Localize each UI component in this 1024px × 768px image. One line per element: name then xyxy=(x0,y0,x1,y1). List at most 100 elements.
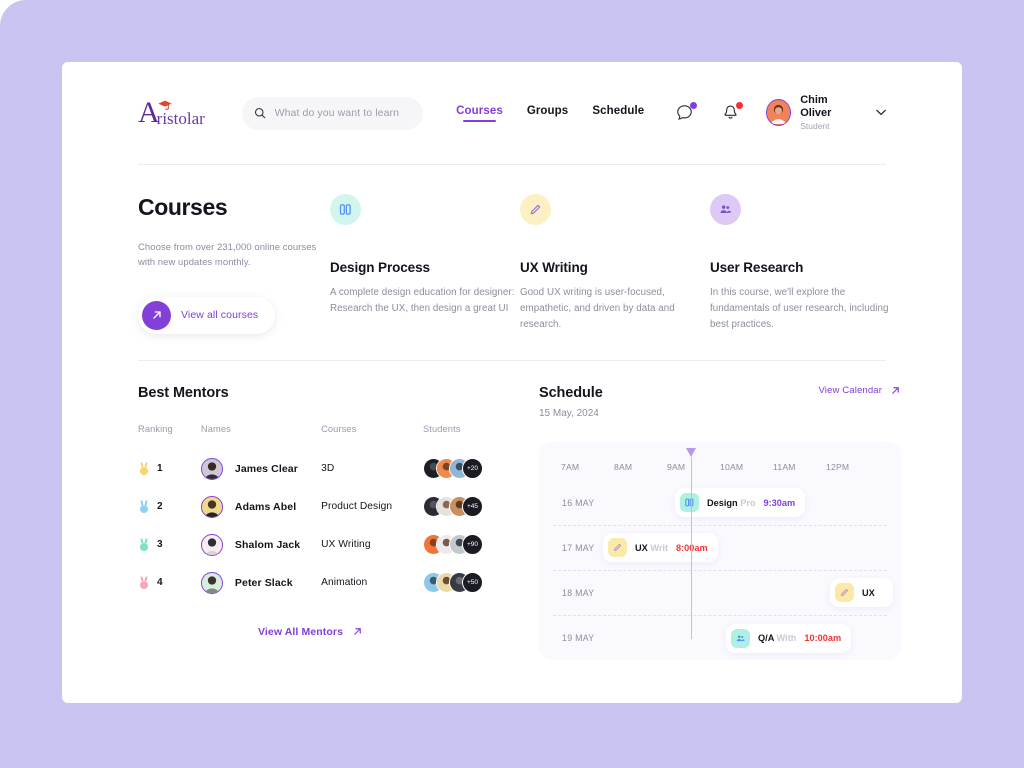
arrow-up-right-icon xyxy=(892,386,899,394)
mentor-course: 3D xyxy=(321,463,335,475)
mentor-name: Adams Abel xyxy=(234,500,297,513)
schedule-card: 7AM 8AM 9AM 10AM 11AM 12PM 16 MAY Design… xyxy=(539,441,901,660)
header-icons xyxy=(675,101,744,124)
current-time-marker xyxy=(686,447,697,639)
name-cell: James Clear xyxy=(200,450,321,488)
nav-item-schedule[interactable]: Schedule xyxy=(592,105,644,122)
course-card-title: UX Writing xyxy=(520,260,588,275)
view-all-courses-label: View all courses xyxy=(181,309,259,322)
view-all-courses-button[interactable]: View all courses xyxy=(138,296,276,334)
profile-menu[interactable]: Chim Oliver Student xyxy=(766,94,886,133)
rank-cell: 4 xyxy=(138,564,201,602)
hour-label: 12PM xyxy=(826,461,850,472)
course-card-user-research[interactable]: User Research In this course, we'll expl… xyxy=(710,194,900,334)
rank-number: 2 xyxy=(157,501,163,513)
event-time: 10:00am xyxy=(804,633,842,644)
page-title: Courses xyxy=(138,194,228,220)
schedule-panel: Schedule 15 May, 2024 View Calendar 7AM … xyxy=(539,385,901,660)
course-card-desc: Good UX writing is user-focused, empathe… xyxy=(520,287,675,330)
avatar xyxy=(766,99,792,127)
mentor-course: Product Design xyxy=(321,501,393,513)
mentor-name: Shalom Jack xyxy=(234,538,301,551)
column-ranking: Ranking xyxy=(138,423,173,434)
hour-label: 11AM xyxy=(773,461,796,472)
students-count-badge: +90 xyxy=(462,534,483,556)
view-calendar-button[interactable]: View Calendar xyxy=(818,385,901,396)
column-names: Names xyxy=(200,423,231,434)
table-row[interactable]: 4 Peter Slack Animation +50 xyxy=(138,564,483,602)
medal-icon xyxy=(140,538,148,551)
pencil-icon xyxy=(835,583,854,603)
course-cards: Design Process A complete design educati… xyxy=(330,194,900,334)
logo-initial: A xyxy=(138,96,160,129)
course-card-ux-writing[interactable]: UX Writing Good UX writing is user-focus… xyxy=(520,194,710,334)
event-title: UX Writ xyxy=(635,542,669,553)
course-card-title: User Research xyxy=(710,260,804,275)
schedule-event[interactable]: Q/A With 10:00am xyxy=(726,623,852,653)
schedule-row: 18 MAY UX xyxy=(553,571,893,616)
main-nav: Courses Groups Schedule xyxy=(456,105,644,122)
hour-label: 7AM xyxy=(561,461,580,472)
best-mentors-title: Best Mentors xyxy=(138,384,229,401)
table-header-row: Ranking Names Courses Students xyxy=(138,424,483,450)
view-calendar-label: View Calendar xyxy=(818,384,882,396)
search-box[interactable]: What do you want to learn xyxy=(241,96,424,130)
students-count-badge: +20 xyxy=(462,458,483,480)
event-title: UX xyxy=(862,587,875,598)
schedule-hours: 7AM 8AM 9AM 10AM 11AM 12PM xyxy=(539,442,901,472)
search-input[interactable]: What do you want to learn xyxy=(275,107,400,119)
schedule-rows: 16 MAY Design Pro 9:30am 17 MAY UX Writ … xyxy=(539,481,901,660)
students-cell: +50 xyxy=(423,564,483,602)
bottom-section: Best Mentors Ranking Names Courses Stude… xyxy=(138,361,901,660)
name-cell: Adams Abel xyxy=(200,488,321,526)
course-card-desc: A complete design education for designer… xyxy=(330,287,515,314)
schedule-row: 19 MAY Q/A With 10:00am xyxy=(553,616,887,660)
schedule-event[interactable]: UX Writ 8:00am xyxy=(603,533,718,563)
mentors-table: Ranking Names Courses Students 1 James C… xyxy=(138,424,483,602)
arrow-up-right-icon xyxy=(142,300,171,330)
courses-subtitle: Choose from over 231,000 online courses … xyxy=(138,242,317,269)
chevron-down-icon[interactable] xyxy=(876,109,886,116)
schedule-event[interactable]: UX xyxy=(830,578,893,608)
rank-number: 4 xyxy=(157,577,163,589)
logo[interactable]: A ristolar xyxy=(138,98,219,128)
medal-icon xyxy=(140,576,148,589)
event-time: 9:30am xyxy=(763,497,796,508)
courses-section: Courses Choose from over 231,000 online … xyxy=(138,165,888,361)
rank-cell: 2 xyxy=(138,488,201,526)
table-row[interactable]: 2 Adams Abel Product Design +45 xyxy=(138,488,483,526)
mentor-course: UX Writing xyxy=(321,539,371,551)
day-label: 18 MAY xyxy=(562,587,595,598)
column-students: Students xyxy=(423,423,461,434)
course-card-design-process[interactable]: Design Process A complete design educati… xyxy=(330,194,520,334)
notification-badge xyxy=(736,101,744,109)
event-title: Design Pro xyxy=(707,497,756,508)
mentor-avatar xyxy=(200,457,223,480)
students-cell: +90 xyxy=(423,526,483,564)
name-cell: Peter Slack xyxy=(200,564,321,602)
students-count-badge: +45 xyxy=(462,496,483,518)
day-label: 16 MAY xyxy=(562,497,595,508)
nav-item-groups[interactable]: Groups xyxy=(527,105,569,122)
chat-badge xyxy=(690,101,698,109)
hour-label: 10AM xyxy=(720,461,744,472)
table-row[interactable]: 3 Shalom Jack UX Writing +90 xyxy=(138,526,483,564)
schedule-header: Schedule 15 May, 2024 View Calendar xyxy=(539,385,901,419)
course-card-title: Design Process xyxy=(330,260,430,275)
mentor-course: Animation xyxy=(321,577,368,589)
chat-button[interactable] xyxy=(675,101,698,124)
background-corner xyxy=(0,0,26,26)
courses-intro: Courses Choose from over 231,000 online … xyxy=(138,194,330,334)
rank-number: 1 xyxy=(157,463,163,475)
columns-icon xyxy=(330,194,361,225)
view-all-mentors-button[interactable]: View All Mentors xyxy=(138,626,483,638)
column-courses: Courses xyxy=(321,423,357,434)
table-row[interactable]: 1 James Clear 3D +20 xyxy=(138,450,483,488)
notifications-button[interactable] xyxy=(721,101,744,124)
schedule-title: Schedule xyxy=(539,384,603,401)
mentor-name: James Clear xyxy=(234,462,298,475)
best-mentors-panel: Best Mentors Ranking Names Courses Stude… xyxy=(138,385,483,660)
people-icon xyxy=(710,194,741,225)
nav-item-courses[interactable]: Courses xyxy=(456,105,503,122)
graduation-cap-icon xyxy=(158,100,172,110)
